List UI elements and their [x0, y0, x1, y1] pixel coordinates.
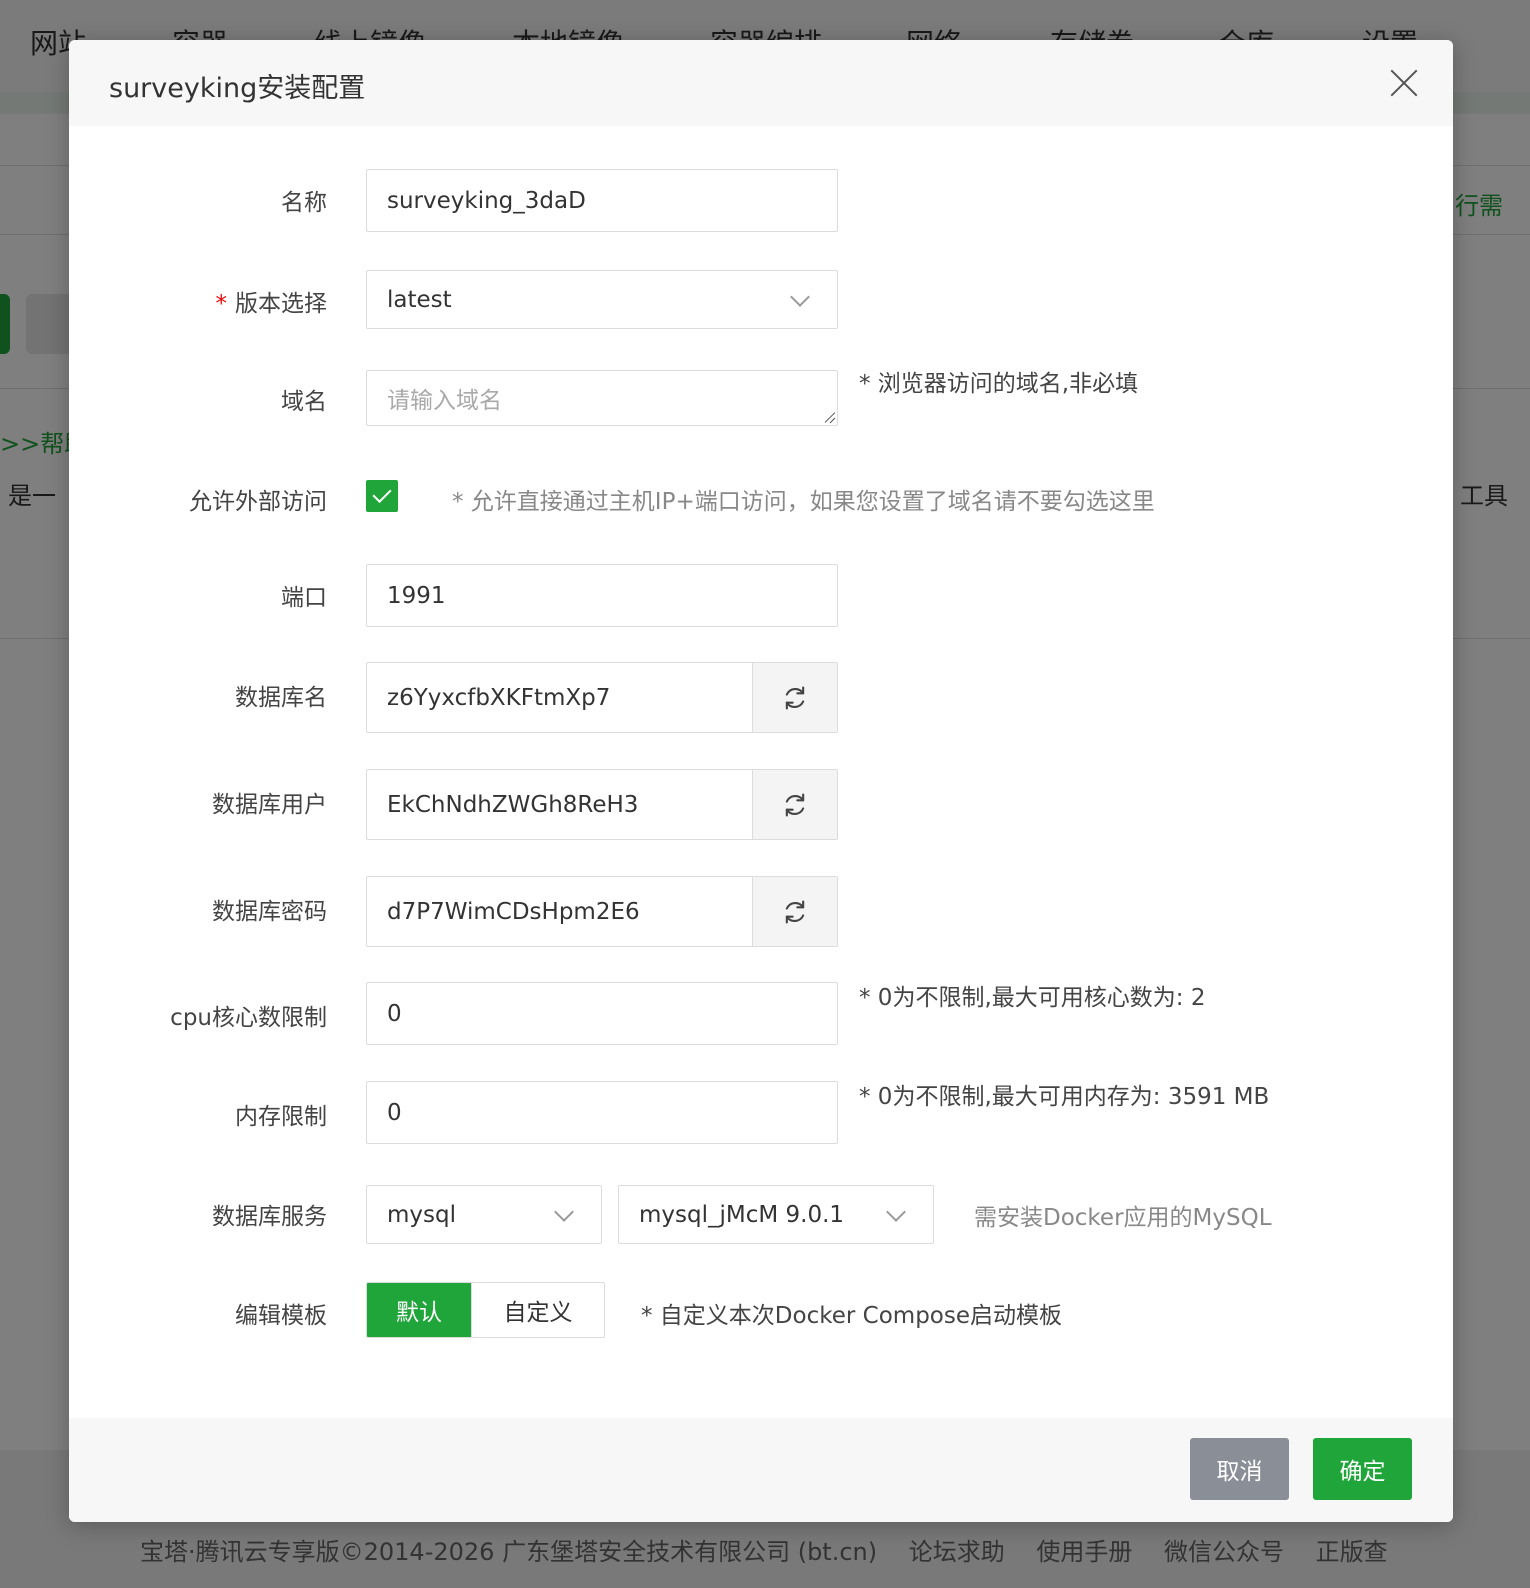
form-row-name: 名称 surveyking_3daD — [69, 169, 1453, 233]
form-row-db-name: 数据库名 z6YyxcfbXKFtmXp7 — [69, 662, 1453, 734]
name-label: 名称 — [281, 190, 327, 216]
db-user-label: 数据库用户 — [212, 792, 327, 818]
db-password-label: 数据库密码 — [212, 899, 327, 925]
template-custom-button[interactable]: 自定义 — [471, 1283, 604, 1337]
version-select[interactable]: latest — [366, 270, 838, 329]
db-type-select[interactable]: mysql — [366, 1185, 602, 1244]
external-label: 允许外部访问 — [189, 489, 327, 515]
version-label: * 版本选择 — [216, 284, 328, 318]
port-label: 端口 — [281, 585, 327, 611]
dialog-footer: 取消 确定 — [69, 1418, 1453, 1522]
form-row-cpu: cpu核心数限制 0 * 0为不限制,最大可用核心数为: 2 — [69, 982, 1453, 1046]
form-row-domain: 域名 请输入域名 * 浏览器访问的域名,非必填 — [69, 370, 1453, 426]
db-name-value: z6YyxcfbXKFtmXp7 — [387, 684, 611, 711]
close-icon[interactable] — [1389, 68, 1419, 98]
db-service-label: 数据库服务 — [212, 1204, 327, 1230]
name-input[interactable]: surveyking_3daD — [366, 169, 838, 232]
db-type-value: mysql — [387, 1201, 456, 1228]
template-hint: * 自定义本次Docker Compose启动模板 — [641, 1303, 1062, 1329]
dialog-title: surveyking安装配置 — [109, 73, 366, 104]
chevron-down-icon — [554, 1201, 574, 1222]
external-access-checkbox[interactable] — [366, 480, 398, 512]
required-mark: * — [215, 291, 228, 317]
template-toggle: 默认 自定义 — [366, 1282, 605, 1338]
form-row-port: 端口 1991 — [69, 564, 1453, 628]
install-config-dialog: surveyking安装配置 名称 surveyking_3daD * 版本选择 … — [69, 40, 1453, 1522]
dialog-header: surveyking安装配置 — [69, 40, 1453, 126]
refresh-db-name-button[interactable] — [752, 663, 837, 732]
db-user-input[interactable]: EkChNdhZWGh8ReH3 — [366, 769, 838, 840]
version-label-text: 版本选择 — [235, 291, 327, 317]
template-default-button[interactable]: 默认 — [367, 1283, 471, 1337]
domain-label: 域名 — [281, 389, 327, 415]
form-row-db-password: 数据库密码 d7P7WimCDsHpm2E6 — [69, 876, 1453, 948]
confirm-button[interactable]: 确定 — [1313, 1438, 1412, 1500]
form-row-version: * 版本选择 latest — [69, 270, 1453, 330]
cpu-label: cpu核心数限制 — [170, 1005, 327, 1031]
refresh-icon — [785, 792, 805, 817]
db-password-input[interactable]: d7P7WimCDsHpm2E6 — [366, 876, 838, 947]
port-input[interactable]: 1991 — [366, 564, 838, 627]
db-user-value: EkChNdhZWGh8ReH3 — [387, 791, 639, 818]
refresh-db-user-button[interactable] — [752, 770, 837, 839]
chevron-down-icon — [886, 1201, 906, 1222]
refresh-icon — [785, 685, 805, 710]
db-instance-select[interactable]: mysql_jMcM 9.0.1 — [618, 1185, 934, 1244]
form-row-memory: 内存限制 0 * 0为不限制,最大可用内存为: 3591 MB — [69, 1081, 1453, 1145]
db-password-value: d7P7WimCDsHpm2E6 — [387, 898, 640, 925]
refresh-icon — [785, 899, 805, 924]
cpu-hint: * 0为不限制,最大可用核心数为: 2 — [859, 985, 1206, 1011]
form-row-db-user: 数据库用户 EkChNdhZWGh8ReH3 — [69, 769, 1453, 841]
memory-hint: * 0为不限制,最大可用内存为: 3591 MB — [859, 1084, 1270, 1110]
external-hint: * 允许直接通过主机IP+端口访问，如果您设置了域名请不要勾选这里 — [452, 489, 1155, 515]
db-instance-value: mysql_jMcM 9.0.1 — [639, 1201, 845, 1228]
template-label: 编辑模板 — [235, 1303, 327, 1329]
cpu-limit-input[interactable]: 0 — [366, 982, 838, 1045]
db-name-input[interactable]: z6YyxcfbXKFtmXp7 — [366, 662, 838, 733]
form-row-template: 编辑模板 默认 自定义 * 自定义本次Docker Compose启动模板 — [69, 1282, 1453, 1340]
domain-hint: * 浏览器访问的域名,非必填 — [859, 371, 1139, 397]
refresh-db-password-button[interactable] — [752, 877, 837, 946]
db-service-hint: 需安装Docker应用的MySQL — [974, 1205, 1272, 1231]
resize-handle-icon[interactable] — [823, 411, 835, 423]
domain-placeholder: 请输入域名 — [387, 388, 502, 414]
memory-limit-input[interactable]: 0 — [366, 1081, 838, 1144]
form-row-db-service: 数据库服务 mysql mysql_jMcM 9.0.1 需安装Docker应用… — [69, 1185, 1453, 1245]
cancel-button[interactable]: 取消 — [1190, 1438, 1289, 1500]
form-row-external: 允许外部访问 * 允许直接通过主机IP+端口访问，如果您设置了域名请不要勾选这里 — [69, 478, 1453, 518]
memory-label: 内存限制 — [235, 1104, 327, 1130]
version-select-value: latest — [387, 286, 452, 313]
db-name-label: 数据库名 — [235, 685, 327, 711]
chevron-down-icon — [790, 286, 810, 307]
domain-textarea[interactable]: 请输入域名 — [366, 370, 838, 426]
